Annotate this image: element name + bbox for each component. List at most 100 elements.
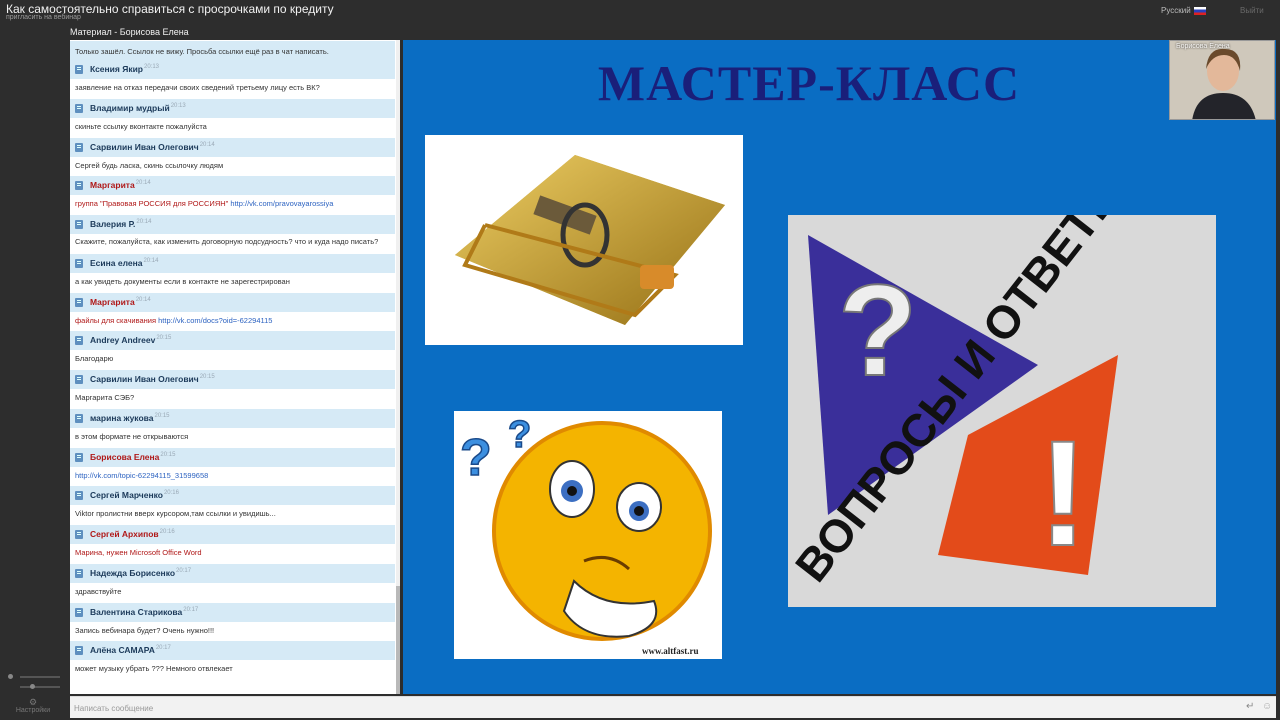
invite-link[interactable]: пригласить на вебинар (6, 14, 81, 21)
chat-username-text: Andrey Andreev (90, 335, 156, 346)
chat-username[interactable]: Надежда Борисенко20:17 (90, 568, 191, 578)
chat-timestamp: 20:15 (154, 412, 170, 419)
chat-username[interactable]: Сарвилин Иван Олегович20:15 (90, 374, 215, 384)
chat-username[interactable]: Алёна САМАРА20:17 (90, 645, 171, 655)
left-rail (0, 40, 68, 720)
user-card-icon (75, 103, 83, 113)
message-text: заявление на отказ передачи своих сведен… (75, 83, 320, 92)
message-text: http://vk.com/topic-62294115_31599658 (75, 471, 208, 480)
message-link[interactable]: http://vk.com/docs?oid=-62294115 (158, 316, 272, 325)
user-card-icon (75, 491, 83, 501)
credit-card-trap-image: CREDIT (425, 135, 743, 345)
logout-button[interactable]: Выйти (1240, 6, 1264, 15)
enter-send-icon[interactable]: ↵ (1246, 701, 1254, 712)
language-selector[interactable]: Русский (1161, 6, 1206, 15)
chat-message-input[interactable] (74, 701, 1234, 715)
chat-username[interactable]: Сарвилин Иван Олегович20:14 (90, 142, 215, 152)
material-label: Материал - Борисова Елена (70, 27, 189, 37)
mic-track[interactable] (20, 686, 60, 688)
message-text: здравствуйте (75, 587, 121, 596)
chat-timestamp: 20:13 (144, 64, 160, 71)
user-card-icon (75, 607, 83, 617)
message-body: файлы для скачивания (75, 315, 159, 325)
chat-message: Маргарита20:14 группа "Правовая РОССИЯ дл… (70, 176, 395, 215)
settings-button[interactable]: ⚙ Настройки (6, 697, 60, 714)
user-card-icon (75, 375, 83, 384)
svg-text:?: ? (460, 429, 492, 487)
volume-knob[interactable] (30, 684, 35, 689)
chat-message-header: Борисова Елена20:15 (70, 447, 395, 467)
chat-message: Сарвилин Иван Олегович20:14 Сергей будь л… (70, 137, 395, 177)
chat-scrollbar-thumb[interactable] (396, 586, 400, 694)
chat-username[interactable]: Маргарита20:14 (90, 180, 151, 190)
message-body: заявление на отказ передачи своих сведен… (75, 83, 320, 92)
chat-scrollbar[interactable] (396, 40, 400, 694)
message-text: Сергей будь ласка, скинь ссылочку людям (75, 161, 223, 170)
chat-username-text: Сергей Марченко (90, 490, 163, 501)
volume-track[interactable] (20, 676, 60, 678)
chat-message-header: Есина елена20:14 (70, 253, 395, 273)
chat-message-header: Сарвилин Иван Олегович20:14 (70, 137, 395, 157)
chat-username[interactable]: марина жукова20:15 (90, 413, 170, 423)
language-label: Русский (1161, 6, 1191, 15)
user-card-icon (75, 413, 83, 423)
chat-message-header: Валерия Р.20:14 (70, 215, 395, 234)
chat-username-text: Сарвилин Иван Олегович (90, 141, 199, 152)
chat-timestamp: 20:17 (155, 645, 171, 652)
chat-timestamp: 20:15 (199, 374, 215, 381)
message-body: в этом формате не открываются (75, 431, 189, 441)
chat-username[interactable]: Владимир мудрый20:13 (90, 103, 186, 113)
chat-message: Надежда Борисенко20:17 здравствуйте (70, 563, 395, 603)
chat-timestamp: 20:14 (136, 219, 152, 226)
message-body: может музыку убрать ??? Немного отвлекае… (75, 664, 233, 674)
chat-timestamp: 20:14 (199, 141, 215, 148)
chat-username[interactable]: Валентина Старикова20:17 (90, 607, 198, 617)
speaker-icon (8, 674, 13, 679)
message-body: здравствуйте (75, 586, 122, 596)
chat-message-header: Владимир мудрый20:13 (70, 98, 395, 118)
chat-username[interactable]: Борисова Елена20:15 (90, 452, 175, 462)
user-card-icon (75, 142, 83, 152)
user-card-icon (75, 65, 83, 74)
message-text: а как увидеть документы если в контакте … (75, 277, 290, 286)
message-text: Viktor пролистни вверх курсором,там ссыл… (75, 509, 276, 518)
message-link[interactable]: http://vk.com/pravovayarossiya (230, 199, 333, 208)
chat-username[interactable]: Сергей Архипов20:16 (90, 529, 175, 539)
chat-username-text: Валерия Р. (90, 219, 136, 229)
message-text: Только зашёл. Ссылок не вижу. Просьба сс… (75, 47, 329, 56)
presenter-webcam[interactable]: Борисова Елена (1169, 40, 1275, 120)
message-body: Viktor пролистни вверх курсором,там ссыл… (75, 509, 276, 519)
thinking-smiley-image: ? ? www.altfast.ru (454, 411, 722, 659)
chat-username[interactable]: Валерия Р.20:14 (90, 219, 151, 229)
chat-message: Алёна САМАРА20:17 может музыку убрать ???… (70, 641, 395, 680)
chat-message-header: Алёна САМАРА20:17 (70, 641, 395, 661)
chat-username-text: Ксения Якир (90, 64, 143, 74)
chat-timestamp: 20:15 (160, 451, 176, 458)
chat-username[interactable]: Сергей Марченко20:16 (90, 490, 179, 500)
message-body: Скажите, пожалуйста, как изменить догово… (75, 237, 379, 246)
presentation-slide: МАСТЕР-КЛАСС CREDIT ? ? www.altfast.ru ?… (403, 40, 1276, 694)
chat-timestamp: 20:16 (159, 529, 175, 536)
chat-message-header: Маргарита20:14 (70, 292, 395, 312)
message-text: в этом формате не открываются (75, 432, 188, 441)
chat-username-text: Сергей Архипов (90, 529, 159, 539)
user-card-icon (75, 568, 83, 578)
questions-answers-image: ? ! ВОПРОСЫ И ОТВЕТЫ (788, 215, 1216, 607)
emoji-icon[interactable]: ☺ (1262, 701, 1272, 712)
chat-username[interactable]: Andrey Andreev20:15 (90, 335, 171, 345)
message-link[interactable]: http://vk.com/topic-62294115_31599658 (75, 471, 208, 480)
chat-username[interactable]: Ксения Якир20:13 (90, 64, 159, 74)
chat-timestamp: 20:14 (135, 296, 151, 303)
message-text: Запись вебинара будет? Очень нужно!!! (75, 626, 214, 635)
message-body: а как увидеть документы если в контакте … (75, 276, 290, 286)
slide-title: МАСТЕР-КЛАСС (597, 55, 1021, 111)
user-card-icon (75, 530, 83, 539)
chat-message: Маргарита20:14 файлы для скачивания http:… (70, 292, 395, 332)
webinar-app: Как самостоятельно справиться с просрочк… (0, 0, 1280, 720)
user-card-icon (75, 181, 83, 191)
chat-username[interactable]: Есина елена20:14 (90, 258, 158, 268)
message-body: Благодарю (75, 354, 114, 364)
top-bar: Как самостоятельно справиться с просрочк… (0, 0, 1280, 24)
chat-username[interactable]: Маргарита20:14 (90, 297, 151, 307)
chat-message-header: Andrey Andreev20:15 (70, 331, 395, 351)
